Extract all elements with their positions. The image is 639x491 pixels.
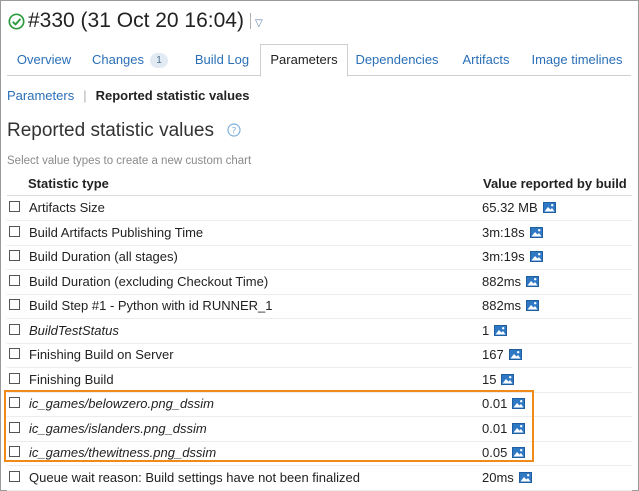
image-chart-icon[interactable] xyxy=(526,300,540,311)
svg-text:?: ? xyxy=(232,126,237,136)
image-chart-icon[interactable] xyxy=(542,202,556,213)
table-row: BuildTestStatus 1 xyxy=(7,319,632,344)
statistic-value: 167 xyxy=(482,347,504,362)
table-row: Finishing Build 15 xyxy=(7,368,632,393)
table-row: ic_games/belowzero.png_dssim 0.01 xyxy=(7,392,632,417)
image-chart-icon[interactable] xyxy=(512,422,526,434)
image-chart-icon[interactable] xyxy=(529,226,543,238)
tab-dependencies[interactable]: Dependencies xyxy=(352,45,442,75)
statistic-value: 0.05 xyxy=(482,445,508,460)
statistic-label: Build Artifacts Publishing Time xyxy=(29,224,204,240)
statistic-checkbox[interactable] xyxy=(9,250,20,261)
image-chart-icon[interactable] xyxy=(529,251,543,262)
table-row: Artifacts Size 65.32 MB xyxy=(7,196,632,221)
breadcrumb: Parameters | Reported statistic values xyxy=(7,88,249,103)
image-chart-icon[interactable] xyxy=(518,471,532,483)
tab-artifacts[interactable]: Artifacts xyxy=(457,45,515,75)
statistic-value-cell: 0.01 xyxy=(482,396,526,411)
build-header: #330 (31 Oct 20 16:04) ▽ xyxy=(8,7,263,35)
statistic-value-cell: 1 xyxy=(482,322,508,338)
table-row: Finishing Build on Server 167 xyxy=(7,343,632,368)
image-chart-icon[interactable] xyxy=(526,275,540,287)
statistic-checkbox[interactable] xyxy=(9,225,20,237)
statistic-value: 882ms xyxy=(482,273,522,289)
breadcrumb-separator: | xyxy=(83,88,87,103)
statistic-checkbox[interactable] xyxy=(9,323,20,335)
statistic-value-cell: 20ms xyxy=(482,470,532,485)
statistic-value-cell: 167 xyxy=(482,347,522,362)
changes-count-badge: 1 xyxy=(150,53,169,68)
image-chart-icon[interactable] xyxy=(508,349,522,360)
table-row: Build Duration (excluding Checkout Time)… xyxy=(7,270,632,295)
table-row: Build Duration (all stages) 3m:19s xyxy=(7,245,632,270)
breadcrumb-current: Reported statistic values xyxy=(95,88,250,103)
table-row: ic_games/thewitness.png_dssim 0.05 xyxy=(7,441,632,466)
triangle-down-icon[interactable]: ▽ xyxy=(255,18,263,29)
tab-parameters[interactable]: Parameters xyxy=(260,44,348,77)
column-header-value: Value reported by build xyxy=(483,176,627,191)
statistic-value: 0.01 xyxy=(482,420,508,436)
breadcrumb-parameters-link[interactable]: Parameters xyxy=(7,88,74,103)
statistic-label: ic_games/islanders.png_dssim xyxy=(29,420,207,436)
statistic-checkbox[interactable] xyxy=(9,397,20,408)
tab-build-log[interactable]: Build Log xyxy=(187,45,257,75)
statistic-value-cell: 3m:18s xyxy=(482,225,543,240)
statistic-checkbox[interactable] xyxy=(9,201,20,212)
statistic-value: 882ms xyxy=(482,298,522,313)
build-title: #330 (31 Oct 20 16:04) xyxy=(28,9,244,32)
tab-overview[interactable]: Overview xyxy=(11,45,77,75)
statistic-value-cell: 882ms xyxy=(482,273,540,289)
statistic-label: ic_games/belowzero.png_dssim xyxy=(29,396,214,411)
statistic-label: Build Duration (excluding Checkout Time) xyxy=(29,273,269,289)
custom-chart-hint: Select value types to create a new custo… xyxy=(7,155,252,167)
statistic-label: Finishing Build xyxy=(29,371,114,387)
statistic-value-cell: 882ms xyxy=(482,298,540,313)
statistic-label: BuildTestStatus xyxy=(29,322,119,338)
statistic-value: 15 xyxy=(482,371,497,387)
statistic-value-cell: 0.05 xyxy=(482,445,526,460)
statistic-checkbox[interactable] xyxy=(9,299,20,310)
statistic-checkbox[interactable] xyxy=(9,446,20,457)
table-row: ic_games/islanders.png_dssim 0.01 xyxy=(7,417,632,442)
statistic-value: 65.32 MB xyxy=(482,200,538,215)
table-row: Build Artifacts Publishing Time 3m:18s xyxy=(7,221,632,246)
statistic-label: Artifacts Size xyxy=(29,200,105,215)
question-circle-icon[interactable]: ? xyxy=(227,123,241,137)
tab-image-timelines[interactable]: Image timelines xyxy=(525,45,629,75)
image-chart-icon[interactable] xyxy=(501,373,515,385)
statistic-value: 3m:18s xyxy=(482,224,525,240)
page-title: Reported statistic values xyxy=(7,120,214,141)
statistic-value: 0.01 xyxy=(482,396,508,411)
statistic-value-cell: 0.01 xyxy=(482,420,526,436)
success-check-icon xyxy=(8,12,25,30)
statistic-value: 1 xyxy=(482,322,490,338)
statistic-label: ic_games/thewitness.png_dssim xyxy=(29,445,217,460)
statistic-value: 20ms xyxy=(482,469,514,485)
statistic-label: Queue wait reason: Build settings have n… xyxy=(29,469,360,485)
section-title-wrap: Reported statistic values ? xyxy=(7,120,241,142)
statistic-value-cell: 65.32 MB xyxy=(482,200,556,215)
image-chart-icon[interactable] xyxy=(512,398,526,409)
table-row: Queue wait reason: Build settings have n… xyxy=(7,466,632,491)
table-row: Build Step #1 - Python with id RUNNER_1 8… xyxy=(7,294,632,319)
column-header-statistic: Statistic type xyxy=(28,176,109,191)
statistic-checkbox[interactable] xyxy=(9,274,20,286)
image-chart-icon[interactable] xyxy=(494,324,508,336)
tab-bar: Overview Changes 1 Build Log Parameters D… xyxy=(7,44,631,77)
statistic-value-cell: 15 xyxy=(482,371,515,387)
statistic-label: Finishing Build on Server xyxy=(29,347,174,362)
statistic-checkbox[interactable] xyxy=(9,421,20,433)
statistic-label: Build Step #1 - Python with id RUNNER_1 xyxy=(29,298,273,313)
statistic-value: 3m:19s xyxy=(482,249,525,264)
statistic-checkbox[interactable] xyxy=(9,348,20,359)
statistic-value-cell: 3m:19s xyxy=(482,249,543,264)
statistic-checkbox[interactable] xyxy=(9,470,20,482)
statistic-label: Build Duration (all stages) xyxy=(29,249,178,264)
statistic-checkbox[interactable] xyxy=(9,372,20,384)
image-chart-icon[interactable] xyxy=(512,447,526,458)
title-divider xyxy=(249,13,251,29)
table-header: Statistic type Value reported by build xyxy=(7,172,632,196)
tab-changes[interactable]: Changes 1 xyxy=(87,45,173,75)
